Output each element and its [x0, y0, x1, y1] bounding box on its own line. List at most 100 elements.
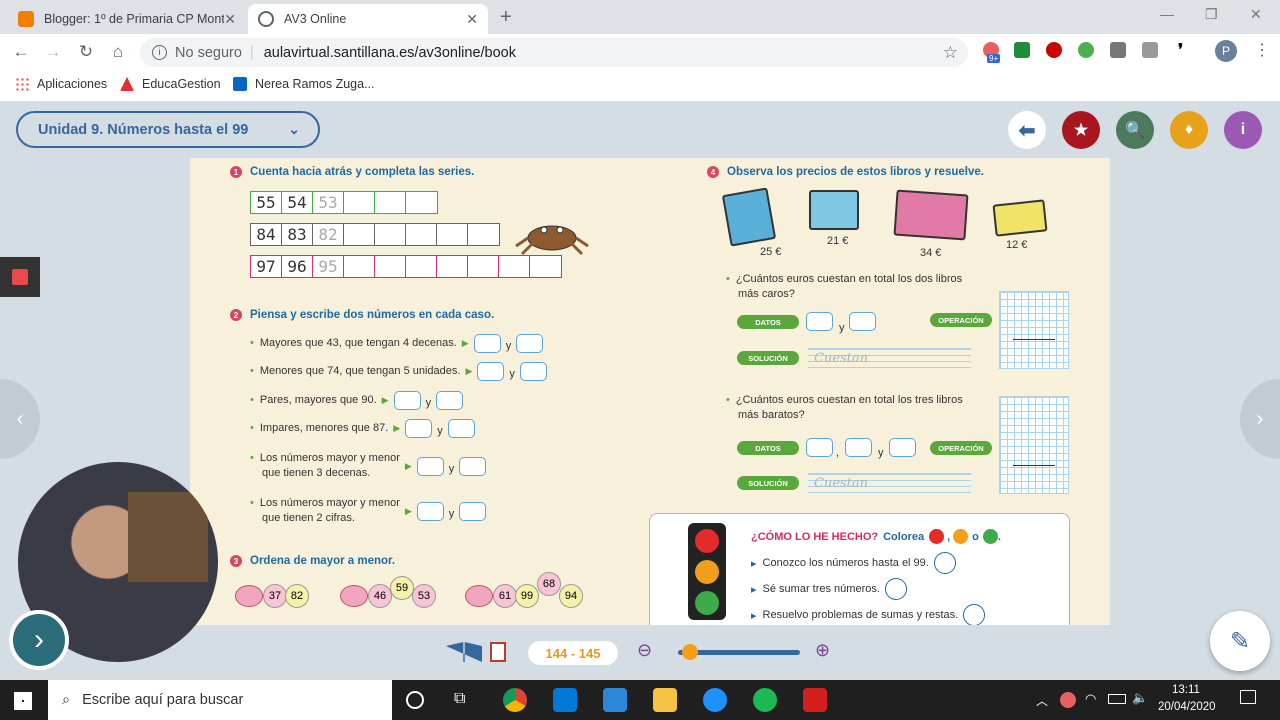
series-cell[interactable] — [406, 256, 437, 277]
answer-box[interactable] — [889, 438, 916, 457]
tray-chevron-icon[interactable]: ︿ — [1036, 692, 1048, 709]
solution-line[interactable]: Cuestan — [808, 473, 971, 493]
adblock-icon[interactable] — [1046, 42, 1062, 58]
sidebar-toggle-button[interactable]: › — [9, 610, 69, 670]
answer-box[interactable] — [405, 419, 433, 438]
page-range-indicator[interactable]: 144 - 145 — [528, 641, 618, 665]
clock-date[interactable]: 20/04/2020 — [1158, 701, 1216, 713]
battery-icon[interactable] — [1108, 694, 1126, 704]
series-cell[interactable] — [530, 256, 561, 277]
series-cell[interactable] — [406, 192, 437, 213]
answer-box[interactable] — [459, 501, 487, 521]
restore-button[interactable]: ❐ — [1205, 6, 1218, 23]
store-icon[interactable] — [553, 688, 577, 712]
share-icon[interactable] — [1110, 42, 1126, 58]
volume-icon[interactable]: 🔈 — [1132, 690, 1148, 706]
series-cell[interactable] — [406, 224, 437, 245]
bookmark-educagestion[interactable]: EducaGestion — [120, 77, 221, 91]
tab-av3[interactable]: AV3 Online ✕ — [248, 4, 488, 34]
operation-grid[interactable] — [999, 396, 1069, 494]
clock-time[interactable]: 13:11 — [1172, 684, 1200, 696]
task-view-icon[interactable]: ⧉ — [454, 690, 465, 708]
search-button[interactable]: 🔍 — [1116, 111, 1154, 149]
series-cell[interactable] — [437, 256, 468, 277]
back-icon[interactable]: ← — [10, 42, 32, 62]
accessibility-button[interactable]: ♦ — [1170, 111, 1208, 149]
chrome-icon[interactable] — [503, 688, 527, 712]
info-button[interactable]: i — [1224, 111, 1262, 149]
series-cell[interactable] — [468, 256, 499, 277]
series-cell[interactable] — [499, 256, 530, 277]
operation-grid[interactable] — [999, 291, 1069, 369]
series-cell[interactable] — [344, 224, 375, 245]
quote-icon[interactable]: ❜ — [1178, 40, 1183, 60]
mail-icon[interactable] — [603, 688, 627, 712]
zoom-in-icon[interactable]: ⊕ — [815, 640, 830, 661]
minimize-button[interactable]: — — [1160, 6, 1174, 22]
answer-box[interactable] — [416, 456, 444, 476]
star-icon[interactable]: ☆ — [943, 43, 958, 63]
close-icon[interactable]: ✕ — [224, 11, 236, 28]
next-page-button[interactable]: › — [1240, 379, 1280, 459]
zoom-slider[interactable] — [678, 644, 800, 660]
color-circle[interactable] — [963, 604, 986, 625]
answer-box[interactable] — [516, 334, 544, 353]
answer-box[interactable] — [473, 334, 501, 353]
dictionary-icon[interactable] — [1142, 42, 1158, 58]
pencil-button[interactable]: ✎ — [1210, 611, 1270, 671]
back-button[interactable]: ⬅ — [1008, 111, 1046, 149]
windows-start-icon[interactable] — [14, 692, 32, 710]
wifi-icon[interactable]: ◠ — [1085, 691, 1096, 707]
close-window-button[interactable]: ✕ — [1250, 6, 1262, 23]
spotify-icon[interactable] — [753, 688, 777, 712]
notifications-icon[interactable] — [1240, 690, 1256, 704]
avatar[interactable]: P — [1215, 40, 1237, 62]
color-circle[interactable] — [884, 578, 907, 600]
edge-icon[interactable] — [703, 688, 727, 712]
single-page-icon[interactable] — [490, 642, 506, 662]
forward-icon[interactable]: → — [42, 42, 64, 62]
taskbar-search[interactable]: ⌕ Escribe aquí para buscar — [48, 680, 392, 720]
series-cell[interactable] — [375, 192, 406, 213]
new-tab-button[interactable]: + — [500, 6, 512, 29]
series-cell[interactable] — [468, 224, 499, 245]
classroom-icon[interactable] — [1014, 42, 1030, 58]
answer-box[interactable] — [393, 391, 421, 410]
home-icon[interactable]: ⌂ — [107, 42, 129, 62]
tray-app-icon[interactable] — [1060, 692, 1076, 708]
answer-box[interactable] — [477, 362, 505, 381]
record-button[interactable] — [0, 257, 40, 297]
answer-box[interactable] — [459, 456, 487, 476]
answer-box[interactable] — [806, 438, 833, 457]
series-cell[interactable] — [344, 192, 375, 213]
bookmark-linkedin[interactable]: Nerea Ramos Zuga... — [233, 77, 375, 91]
close-icon[interactable]: ✕ — [466, 11, 478, 28]
answer-box[interactable] — [849, 312, 876, 331]
favorite-button[interactable]: ★ — [1062, 111, 1100, 149]
prev-page-button[interactable]: ‹ — [0, 379, 40, 459]
answer-box[interactable] — [806, 312, 833, 331]
answer-box[interactable] — [845, 438, 872, 457]
series-cell[interactable] — [344, 256, 375, 277]
series-cell[interactable] — [375, 256, 406, 277]
color-circle[interactable] — [933, 552, 956, 574]
reload-icon[interactable]: ↻ — [75, 42, 97, 62]
acrobat-icon[interactable] — [803, 688, 827, 712]
address-bar[interactable]: i No seguro | aulavirtual.santillana.es/… — [140, 38, 968, 67]
answer-box[interactable] — [447, 419, 475, 438]
tab-blogger[interactable]: Blogger: 1º de Primaria CP Mont ✕ — [8, 4, 246, 34]
answer-box[interactable] — [436, 391, 464, 410]
answer-box[interactable] — [416, 501, 444, 521]
unit-selector[interactable]: Unidad 9. Números hasta el 99 ⌄ — [16, 111, 320, 148]
series-cell[interactable] — [437, 224, 468, 245]
series-cell[interactable] — [375, 224, 406, 245]
menu-icon[interactable]: ⋮ — [1254, 40, 1270, 60]
bookmark-apps[interactable]: Aplicaciones — [15, 77, 107, 91]
file-explorer-icon[interactable] — [653, 688, 677, 712]
color-picker-icon[interactable] — [1078, 42, 1094, 58]
answer-box[interactable] — [519, 362, 547, 381]
solution-line[interactable]: Cuestan — [808, 348, 971, 368]
zoom-out-icon[interactable]: ⊖ — [637, 640, 652, 661]
cortana-icon[interactable] — [406, 691, 424, 709]
info-icon[interactable]: i — [152, 45, 167, 60]
